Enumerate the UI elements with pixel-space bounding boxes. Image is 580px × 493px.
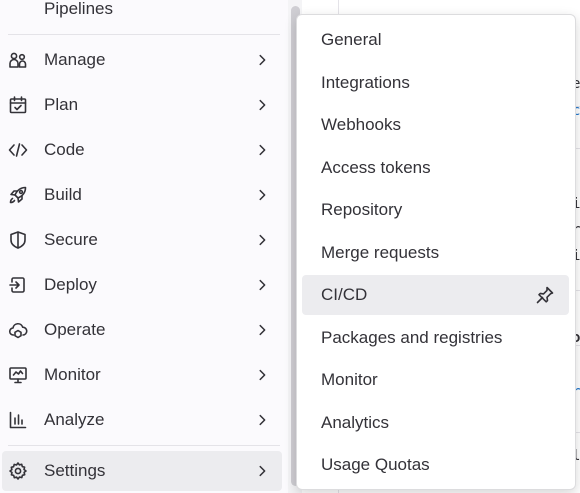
calendar-icon xyxy=(8,95,28,115)
sidebar-item-monitor[interactable]: Monitor xyxy=(0,355,282,395)
sidebar-item-manage[interactable]: Manage xyxy=(0,40,282,80)
sidebar: Pipelines Manage Plan Code Build Secure xyxy=(0,0,288,493)
chevron-right-icon xyxy=(254,142,270,158)
settings-flyout-menu: General Integrations Webhooks Access tok… xyxy=(296,14,576,490)
sidebar-item-label: Manage xyxy=(44,50,106,69)
sidebar-item-pipelines[interactable]: Pipelines xyxy=(44,0,113,22)
chevron-right-icon xyxy=(254,232,270,248)
pin-icon[interactable] xyxy=(535,285,555,305)
sidebar-item-label: Analyze xyxy=(44,410,105,429)
sidebar-item-analyze[interactable]: Analyze xyxy=(0,400,282,440)
sidebar-item-label: Build xyxy=(44,185,82,204)
flyout-item-monitor[interactable]: Monitor xyxy=(302,360,569,400)
code-icon xyxy=(8,140,28,160)
chevron-right-icon xyxy=(254,463,270,479)
sidebar-divider xyxy=(8,445,280,446)
sidebar-item-secure[interactable]: Secure xyxy=(0,220,282,260)
rocket-icon xyxy=(8,185,28,205)
sidebar-item-label: Settings xyxy=(44,461,106,480)
chevron-right-icon xyxy=(254,187,270,203)
sidebar-item-label: Deploy xyxy=(44,275,97,294)
flyout-item-packages-and-registries[interactable]: Packages and registries xyxy=(302,318,569,358)
flyout-item-repository[interactable]: Repository xyxy=(302,190,569,230)
flyout-item-access-tokens[interactable]: Access tokens xyxy=(302,148,569,188)
sidebar-item-plan[interactable]: Plan xyxy=(0,85,282,125)
flyout-item-integrations[interactable]: Integrations xyxy=(302,63,569,103)
flyout-item-general[interactable]: General xyxy=(302,20,569,60)
chevron-right-icon xyxy=(254,52,270,68)
flyout-item-webhooks[interactable]: Webhooks xyxy=(302,105,569,145)
chart-icon xyxy=(8,410,28,430)
sidebar-item-settings[interactable]: Settings xyxy=(2,451,282,491)
sidebar-item-deploy[interactable]: Deploy xyxy=(0,265,282,305)
monitor-icon xyxy=(8,365,28,385)
chevron-right-icon xyxy=(254,322,270,338)
sidebar-item-label: Monitor xyxy=(44,365,101,384)
flyout-item-ci-cd[interactable]: CI/CD xyxy=(302,275,569,315)
chevron-right-icon xyxy=(254,367,270,383)
sidebar-divider xyxy=(8,34,280,35)
shield-icon xyxy=(8,230,28,250)
gear-icon xyxy=(8,461,28,481)
sidebar-item-label: Plan xyxy=(44,95,79,114)
deploy-icon xyxy=(8,275,28,295)
chevron-right-icon xyxy=(254,97,270,113)
sidebar-item-label: Secure xyxy=(44,230,98,249)
users-icon xyxy=(8,50,28,70)
sidebar-item-label: Code xyxy=(44,140,85,159)
chevron-right-icon xyxy=(254,277,270,293)
flyout-item-analytics[interactable]: Analytics xyxy=(302,403,569,443)
flyout-item-label: CI/CD xyxy=(321,285,368,304)
flyout-item-merge-requests[interactable]: Merge requests xyxy=(302,233,569,273)
cloud-icon xyxy=(8,320,28,340)
sidebar-item-label: Operate xyxy=(44,320,106,339)
sidebar-item-code[interactable]: Code xyxy=(0,130,282,170)
flyout-item-usage-quotas[interactable]: Usage Quotas xyxy=(302,445,569,485)
sidebar-item-build[interactable]: Build xyxy=(0,175,282,215)
sidebar-item-operate[interactable]: Operate xyxy=(0,310,282,350)
chevron-right-icon xyxy=(254,412,270,428)
